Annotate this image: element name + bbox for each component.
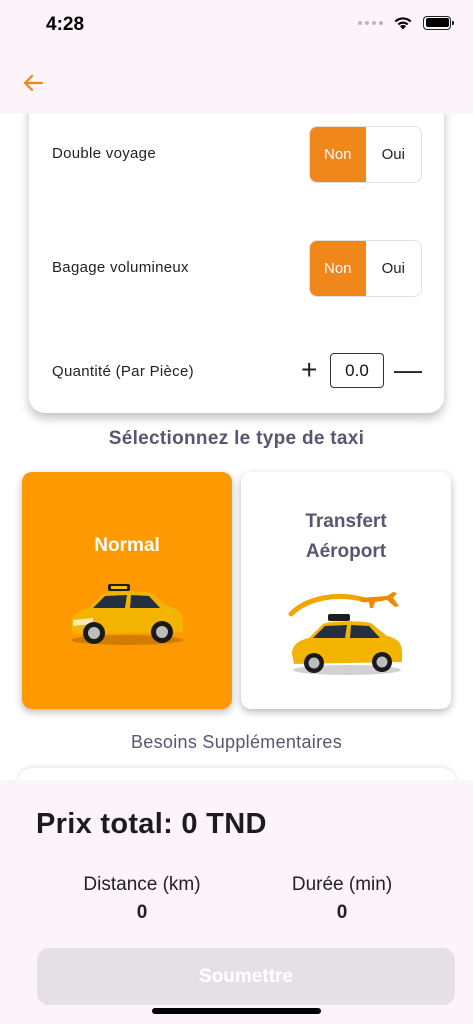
battery-icon xyxy=(423,15,454,30)
status-icons xyxy=(358,15,454,30)
duree-stat: Durée (min) 0 xyxy=(242,874,442,924)
home-indicator xyxy=(152,1008,321,1014)
besoins-title: Besoins Supplémentaires xyxy=(130,732,343,752)
taxi-type-airport-card[interactable]: Transfert Aéroport xyxy=(241,472,451,709)
app-bar xyxy=(0,56,473,114)
wifi-icon xyxy=(394,17,412,30)
status-time: 4:28 xyxy=(46,14,85,35)
price-summary-sheet: Prix total: 0 TND Distance (km) 0 Durée … xyxy=(0,780,473,1024)
taxi-type-airport-label: Transfert Aéroport xyxy=(241,507,451,567)
quantity-input[interactable]: 0.0 xyxy=(330,353,384,388)
double-voyage-label: Double voyage xyxy=(52,145,156,162)
total-price: Prix total: 0 TND xyxy=(36,808,267,840)
taxi-type-normal-label: Normal xyxy=(94,535,160,556)
screen: 4:28 Double voyage Non Oui Bagage volumi… xyxy=(0,0,473,1024)
taxi-type-normal-card[interactable]: Normal xyxy=(22,472,232,709)
quantity-label: Quantité (Par Pièce) xyxy=(52,363,194,380)
taxi-type-title: Sélectionnez le type de taxi xyxy=(108,428,365,449)
arrow-left-icon[interactable] xyxy=(18,68,48,98)
bagage-volumineux-oui-button[interactable]: Oui xyxy=(365,241,421,296)
double-voyage-oui-button[interactable]: Oui xyxy=(365,127,421,182)
bagage-volumineux-toggle[interactable]: Non Oui xyxy=(309,240,422,297)
duree-label: Durée (min) xyxy=(291,874,393,895)
taxi-car-icon xyxy=(71,584,183,645)
options-card: Double voyage Non Oui Bagage volumineux … xyxy=(29,96,444,413)
submit-button[interactable]: Soumettre xyxy=(37,948,455,1005)
bagage-volumineux-non-button[interactable]: Non xyxy=(310,241,366,296)
distance-label: Distance (km) xyxy=(83,874,201,895)
double-voyage-toggle[interactable]: Non Oui xyxy=(309,126,422,183)
cellular-dots-icon xyxy=(358,20,383,25)
duree-value: 0 xyxy=(336,902,348,923)
taxi-type-airport-label-line1: Transfert xyxy=(305,511,387,532)
distance-stat: Distance (km) 0 xyxy=(42,874,242,924)
distance-value: 0 xyxy=(136,902,148,923)
quantity-increment-button[interactable]: + xyxy=(301,356,317,384)
double-voyage-non-button[interactable]: Non xyxy=(310,127,366,182)
quantity-decrement-button[interactable]: — xyxy=(394,356,422,384)
bagage-volumineux-label: Bagage volumineux xyxy=(52,259,189,276)
status-bar: 4:28 xyxy=(0,0,473,56)
airport-taxi-icon xyxy=(288,592,402,675)
taxi-type-airport-label-line2: Aéroport xyxy=(305,541,387,562)
